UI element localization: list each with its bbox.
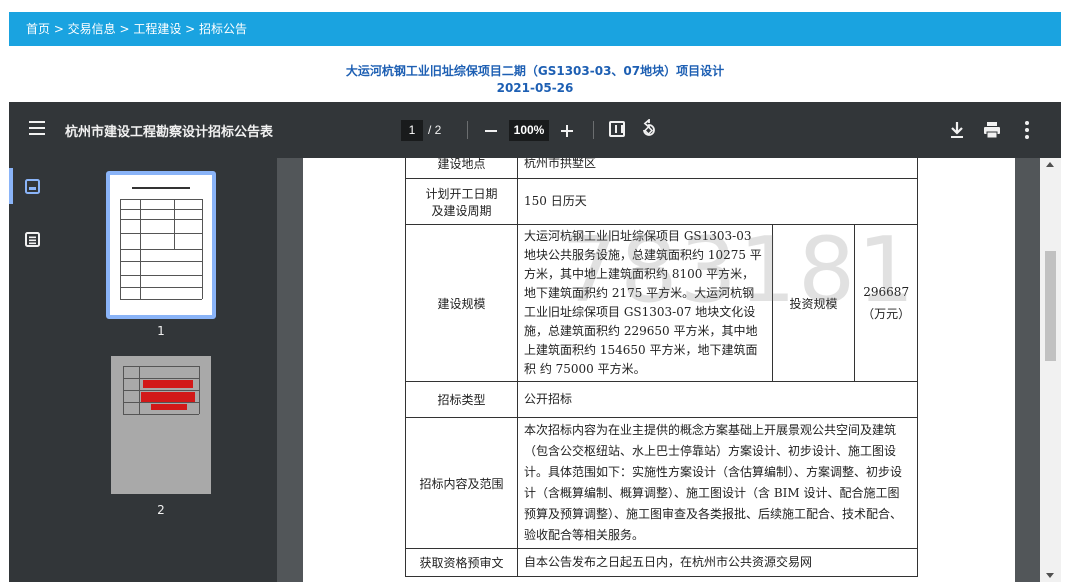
- active-tab-indicator: [9, 168, 13, 204]
- table-row: 获取资格预审文 自本公告发布之日起五日内，在杭州市公共资源交易网: [405, 548, 918, 577]
- table-row: 招标类型 公开招标: [405, 381, 918, 418]
- page-number-input[interactable]: 1: [401, 120, 423, 141]
- thumbnail-view-icon[interactable]: [21, 175, 45, 199]
- print-icon[interactable]: [983, 121, 1001, 139]
- fit-page-icon[interactable]: [609, 121, 625, 137]
- row-label-line: 计划开工日期: [425, 186, 498, 201]
- invest-label: 投资规模: [771, 224, 856, 382]
- toolbar-divider: [593, 121, 594, 139]
- thumbnail-label-2: 2: [157, 503, 165, 517]
- row-label: 建设地点: [405, 158, 518, 179]
- download-icon[interactable]: [949, 120, 965, 140]
- scroll-down-icon[interactable]: [1046, 573, 1054, 578]
- bid-info-table: 建设地点 杭州市拱墅区 计划开工日期 及建设周期 150 日历天 建设规模 大运…: [405, 158, 918, 577]
- table-row: 建设地点 杭州市拱墅区: [405, 158, 918, 179]
- row-value: 杭州市拱墅区: [517, 158, 918, 179]
- page-title-line1: 大运河杭钢工业旧址综保项目二期（GS1303-03、07地块）项目设计: [345, 64, 725, 78]
- page-title-date: 2021-05-26: [496, 81, 574, 95]
- row-label-line: 及建设周期: [431, 203, 492, 218]
- menu-icon[interactable]: [29, 121, 45, 139]
- table-row: 建设规模 大运河杭钢工业旧址综保项目 GS1303-03 地块公共服务设施，总建…: [405, 224, 918, 382]
- zoom-level-input[interactable]: 100%: [509, 120, 549, 141]
- breadcrumb[interactable]: 首页 > 交易信息 > 工程建设 > 招标公告: [9, 12, 1061, 46]
- row-value: 大运河杭钢工业旧址综保项目 GS1303-03 地块公共服务设施，总建筑面积约 …: [517, 224, 773, 382]
- row-value: 本次招标内容为在业主提供的概念方案基础上开展景观公共空间及建筑（包含公交枢纽站、…: [517, 417, 918, 549]
- rotate-icon[interactable]: [639, 119, 659, 139]
- document-page: 建设地点 杭州市拱墅区 计划开工日期 及建设周期 150 日历天 建设规模 大运…: [303, 158, 1015, 582]
- thumbnail-sidebar: 1 2: [9, 158, 277, 582]
- page-count: / 2: [428, 123, 442, 137]
- page-thumbnail-2[interactable]: [111, 356, 211, 494]
- row-value: 公开招标: [517, 381, 918, 418]
- scroll-up-icon[interactable]: [1046, 162, 1054, 167]
- scrollbar[interactable]: [1040, 158, 1061, 582]
- pdf-viewer: 杭州市建设工程勘察设计招标公告表 1 / 2 100% 1 2 建设地点 杭州市…: [9, 102, 1061, 582]
- row-label: 招标类型: [405, 381, 518, 418]
- invest-unit: （万元）: [862, 307, 911, 321]
- toolbar-divider: [467, 121, 468, 139]
- document-area: 建设地点 杭州市拱墅区 计划开工日期 及建设周期 150 日历天 建设规模 大运…: [277, 158, 1061, 582]
- outline-view-icon[interactable]: [21, 228, 45, 252]
- row-label: 计划开工日期 及建设周期: [405, 178, 518, 225]
- page-title: 大运河杭钢工业旧址综保项目二期（GS1303-03、07地块）项目设计 2021…: [9, 46, 1061, 102]
- invest-cell: 296687 （万元）: [854, 224, 918, 382]
- construction-location: 杭州市拱墅区: [524, 158, 597, 170]
- row-label: 建设规模: [405, 224, 518, 382]
- zoom-in-icon[interactable]: [559, 120, 575, 141]
- invest-value: 296687: [863, 285, 910, 299]
- zoom-out-icon[interactable]: [483, 120, 499, 141]
- document-title: 杭州市建设工程勘察设计招标公告表: [65, 125, 274, 140]
- more-vert-icon[interactable]: [1024, 121, 1030, 139]
- table-row: 计划开工日期 及建设周期 150 日历天: [405, 178, 918, 225]
- scrollbar-thumb[interactable]: [1045, 251, 1056, 361]
- row-value: 自本公告发布之日起五日内，在杭州市公共资源交易网: [517, 548, 918, 577]
- pdf-toolbar: 杭州市建设工程勘察设计招标公告表 1 / 2 100%: [9, 102, 1061, 158]
- page-thumbnail-1[interactable]: [106, 171, 216, 319]
- table-row: 招标内容及范围 本次招标内容为在业主提供的概念方案基础上开展景观公共空间及建筑（…: [405, 417, 918, 549]
- thumbnail-label-1: 1: [157, 324, 165, 338]
- row-value: 150 日历天: [517, 178, 918, 225]
- row-label: 获取资格预审文: [405, 548, 518, 577]
- row-label: 招标内容及范围: [405, 417, 518, 549]
